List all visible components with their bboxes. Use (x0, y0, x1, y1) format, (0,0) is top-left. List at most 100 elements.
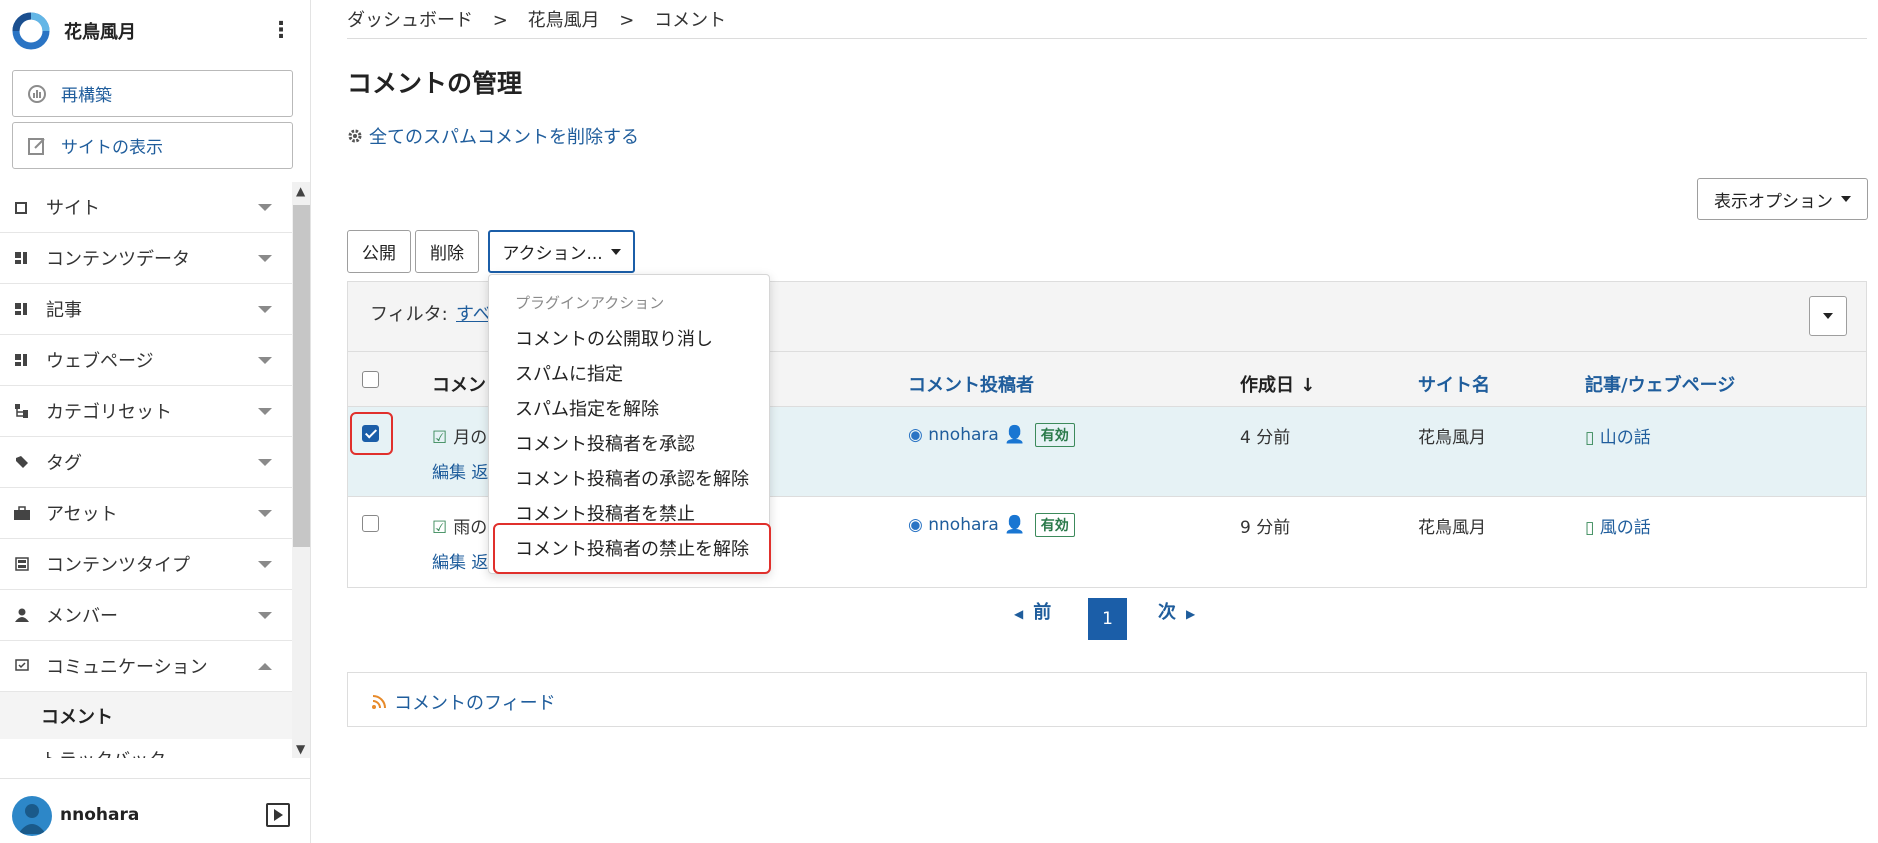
comment-text[interactable]: ☑ 月の (432, 423, 487, 448)
created-date: 9 分前 (1240, 518, 1291, 538)
pagination-next[interactable]: 次 ▶ (1158, 598, 1195, 624)
feed-box: コメントのフィード (347, 672, 1867, 727)
rebuild-button[interactable]: 再構築 (12, 70, 293, 117)
member-icon (14, 607, 30, 623)
tag-icon (14, 454, 30, 470)
actions-label: アクション... (502, 244, 603, 264)
comment-feed-label: コメントのフィード (394, 693, 556, 714)
sidebar-item-content-data[interactable]: コンテンツデータ (0, 233, 292, 284)
kebab-menu-icon[interactable]: ⋮ (270, 18, 292, 44)
sidebar-item-webpage[interactable]: ウェブページ (0, 335, 292, 386)
column-comment[interactable]: コメン (432, 371, 486, 397)
menu-item-unmark-spam[interactable]: スパム指定を解除 (515, 395, 659, 421)
avatar[interactable] (12, 796, 52, 836)
status-badge: 有効 (1034, 513, 1075, 537)
user-icon: 👤 (1004, 515, 1026, 535)
actions-dropdown-button[interactable]: アクション... (488, 230, 635, 273)
chevron-down-icon (258, 510, 272, 517)
sidebar-item-category-set[interactable]: カテゴリセット (0, 386, 292, 437)
view-site-button[interactable]: サイトの表示 (12, 122, 293, 169)
movabletype-logo-icon[interactable] (12, 12, 50, 50)
breadcrumb-dashboard[interactable]: ダッシュボード (347, 10, 473, 31)
menu-item-unapprove-commenter[interactable]: コメント投稿者の承認を解除 (515, 465, 749, 491)
asset-icon (14, 505, 30, 521)
user-icon: 👤 (1004, 425, 1026, 445)
mt-logo-icon: ◉ (908, 515, 923, 535)
sidebar-item-label: アセット (46, 504, 118, 525)
menu-item-unpublish-comment[interactable]: コメントの公開取り消し (515, 325, 713, 351)
column-entry[interactable]: 記事/ウェブページ (1585, 371, 1735, 397)
entry-cell: ▯ 山の話 (1585, 423, 1651, 448)
sidebar-item-tag[interactable]: タグ (0, 437, 292, 488)
scroll-down-icon[interactable]: ▼ (296, 742, 305, 756)
comment-actions-link[interactable]: 編集 返 (432, 548, 488, 573)
pagination-prev[interactable]: ◀ 前 (1014, 598, 1051, 624)
breadcrumb-separator: > (492, 10, 508, 31)
chevron-left-icon: ◀ (1014, 607, 1024, 621)
menu-header: プラグインアクション (515, 294, 665, 312)
comment-excerpt: 雨の (453, 518, 488, 538)
sidebar-item-asset[interactable]: アセット (0, 488, 292, 539)
row-checkbox[interactable] (362, 515, 379, 532)
column-created[interactable]: 作成日 ↓ (1240, 371, 1315, 397)
sidebar-subitem-trackback[interactable]: トラックバック (41, 746, 166, 758)
user-name[interactable]: nnohara (60, 805, 139, 825)
sidebar-item-communication[interactable]: コミュニケーション (0, 641, 292, 692)
entry-cell: ▯ 風の話 (1585, 513, 1651, 538)
publish-button[interactable]: 公開 (347, 230, 411, 273)
filter-value-link[interactable]: すべ (456, 300, 491, 326)
site-name-cell: 花鳥風月 (1418, 518, 1486, 538)
sidebar-item-content-type[interactable]: コンテンツタイプ (0, 539, 292, 590)
sidebar-item-label: コミュニケーション (46, 657, 208, 678)
sidebar-item-site[interactable]: サイト (0, 182, 292, 233)
sidebar-item-label: タグ (46, 453, 82, 474)
entry-link[interactable]: 風の話 (1600, 518, 1651, 538)
column-commenter[interactable]: コメント投稿者 (908, 371, 1034, 397)
breadcrumb: ダッシュボード > 花鳥風月 > コメント (347, 6, 740, 32)
breadcrumb-site[interactable]: 花鳥風月 (528, 10, 600, 31)
comment-actions-link[interactable]: 編集 返 (432, 458, 488, 483)
sidebar-item-entry[interactable]: 記事 (0, 284, 292, 335)
content-data-icon (14, 250, 30, 266)
sidebar-footer: nnohara (0, 778, 310, 843)
comment-feed-link[interactable]: コメントのフィード (372, 689, 556, 715)
unban-highlight (493, 523, 771, 574)
delete-button[interactable]: 削除 (415, 230, 479, 273)
page-icon (14, 352, 30, 368)
prev-label: 前 (1033, 602, 1052, 623)
pagination-current-page[interactable]: 1 (1088, 598, 1127, 640)
sidebar-subitem-comment[interactable]: コメント (0, 692, 292, 739)
chevron-down-icon (258, 408, 272, 415)
commenter-link[interactable]: nnohara (928, 515, 999, 535)
sidebar: 花鳥風月 ⋮ 再構築 サイトの表示 サイト コンテンツデータ 記事 ウェブページ… (0, 0, 311, 843)
display-options-button[interactable]: 表示オプション (1697, 178, 1868, 220)
sidebar-scrollbar-thumb[interactable] (293, 205, 310, 547)
chevron-right-icon: ▶ (1186, 607, 1196, 621)
approved-icon: ☑ (432, 518, 448, 538)
site-name[interactable]: 花鳥風月 (64, 18, 136, 44)
site-icon (14, 199, 30, 215)
app-root: 花鳥風月 ⋮ 再構築 サイトの表示 サイト コンテンツデータ 記事 ウェブページ… (0, 0, 1878, 843)
sidebar-item-label: カテゴリセット (46, 402, 172, 423)
commenter-cell: ◉ nnohara 👤 有効 (908, 423, 1075, 447)
delete-all-spam-label: 全てのスパムコメントを削除する (369, 127, 639, 148)
delete-all-spam-link[interactable]: 全てのスパムコメントを削除する (347, 123, 639, 149)
view-site-label: サイトの表示 (61, 138, 163, 158)
menu-item-mark-spam[interactable]: スパムに指定 (515, 360, 623, 386)
column-site[interactable]: サイト名 (1418, 371, 1490, 397)
toggle-sidebar-icon[interactable] (266, 803, 290, 827)
column-toggle-button[interactable] (1809, 296, 1847, 336)
chevron-down-icon (258, 306, 272, 313)
menu-item-approve-commenter[interactable]: コメント投稿者を承認 (515, 430, 695, 456)
entry-link[interactable]: 山の話 (1600, 428, 1651, 448)
scroll-up-icon[interactable]: ▲ (296, 184, 305, 198)
gear-icon (348, 129, 362, 143)
page-title: コメントの管理 (347, 69, 523, 98)
selected-checkbox-highlight (350, 412, 393, 455)
chevron-down-icon (258, 459, 272, 466)
commenter-link[interactable]: nnohara (928, 425, 999, 445)
sidebar-item-member[interactable]: メンバー (0, 590, 292, 641)
comment-text[interactable]: ☑ 雨の (432, 513, 487, 538)
select-all-checkbox[interactable] (362, 371, 379, 388)
comment-excerpt: 月の (453, 428, 488, 448)
